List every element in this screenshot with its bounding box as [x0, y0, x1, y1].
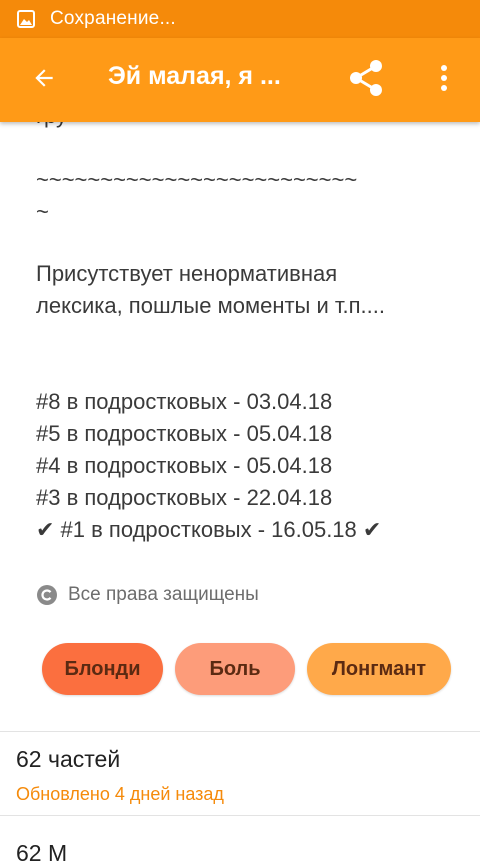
share-button[interactable] — [342, 58, 390, 102]
ranking-line: #5 в подростковых - 05.04.18 — [36, 421, 333, 446]
description-warning-line: Присутствует ненормативная — [36, 261, 338, 286]
copyright-icon — [36, 584, 58, 606]
app-bar: Эй малая, я ... — [0, 38, 480, 122]
arrow-back-icon — [31, 65, 57, 96]
more-options-button[interactable] — [424, 58, 464, 102]
story-title: Эй малая, я ... — [108, 62, 281, 90]
tag-chip[interactable]: Боль — [175, 643, 295, 695]
description-tilde-line: ~ — [36, 199, 49, 224]
tag-list: Блонди Боль Лонгмант — [42, 643, 451, 695]
more-vert-icon — [440, 64, 448, 97]
parts-count[interactable]: 62 частей — [16, 746, 120, 773]
divider — [0, 815, 480, 816]
ranking-line: #4 в подростковых - 05.04.18 — [36, 453, 333, 478]
status-text: Сохранение... — [50, 8, 176, 29]
copyright-notice: Все права защищены — [36, 584, 259, 606]
back-button[interactable] — [24, 60, 64, 100]
updated-text: Обновлено 4 дней назад — [16, 784, 224, 804]
copyright-text: Все права защищены — [68, 584, 259, 605]
tag-chip[interactable]: Блонди — [42, 643, 163, 695]
description-warning-line: лексика, пошлые моменты и т.п.... — [36, 293, 385, 318]
ranking-line: ✔ #1 в подростковых - 16.05.18 ✔ — [36, 517, 382, 542]
image-icon — [16, 9, 36, 29]
divider — [0, 731, 480, 732]
status-bar: Сохранение... — [0, 0, 480, 38]
ranking-line: #3 в подростковых - 22.04.18 — [36, 485, 333, 510]
ranking-line: #8 в подростковых - 03.04.18 — [36, 389, 333, 414]
tag-chip[interactable]: Лонгмант — [307, 643, 451, 695]
share-icon — [346, 58, 386, 103]
description-tilde-line: ~~~~~~~~~~~~~~~~~~~~~~~~~ — [36, 167, 358, 192]
